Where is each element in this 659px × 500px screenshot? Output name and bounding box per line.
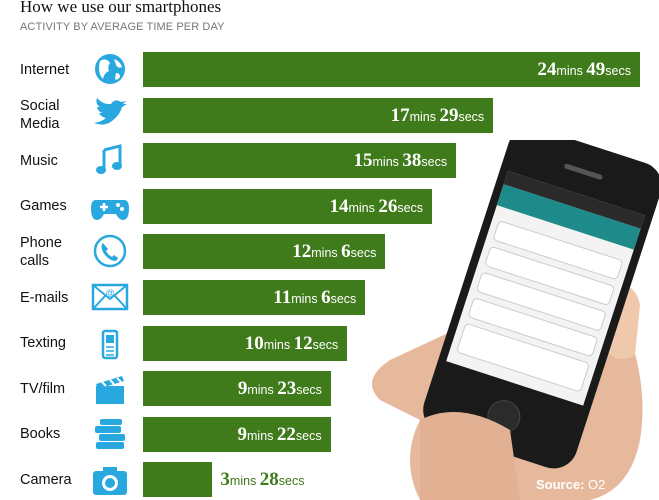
category-label: Games: [20, 197, 67, 215]
category-label-line: Internet: [20, 61, 70, 78]
category-label: Camera: [20, 471, 72, 489]
minutes-value: 12: [292, 241, 312, 263]
music-note-icon: [90, 142, 130, 178]
minutes-unit: mins: [229, 474, 260, 489]
chart-subtitle: ACTIVITY BY AVERAGE TIME PER DAY: [20, 21, 225, 33]
seconds-value: 12: [293, 332, 313, 354]
minutes-unit: mins: [409, 109, 440, 124]
globe-icon: [90, 51, 130, 87]
category-label-line: TV/film: [20, 380, 66, 397]
seconds-value: 49: [586, 59, 606, 80]
category-label-line: Books: [20, 426, 61, 443]
category-label: Phone calls: [20, 234, 62, 270]
category-label-line: calls: [20, 252, 50, 269]
category-label-line: Media: [20, 116, 60, 133]
seconds-unit: secs: [605, 64, 631, 78]
minutes-value: 3: [220, 469, 230, 491]
minutes-unit: mins: [291, 292, 322, 306]
seconds-unit: secs: [330, 292, 357, 306]
seconds-unit: secs: [312, 337, 339, 352]
minutes-value: 17: [390, 104, 410, 126]
category-label: E-mails: [20, 289, 68, 307]
minutes-value: 10: [244, 332, 264, 354]
gamepad-icon: [90, 188, 130, 224]
category-label: Books: [20, 425, 60, 443]
chart-title: How we use our smartphones: [20, 0, 222, 16]
data-label: 9mins 22secs: [238, 417, 322, 452]
category-label: TV/film: [20, 380, 65, 398]
mobile-phone-icon: [90, 325, 130, 361]
minutes-value: 14: [329, 195, 349, 217]
category-label-line: Phone: [20, 234, 62, 251]
envelope-icon: @: [90, 279, 130, 315]
seconds-unit: secs: [295, 428, 322, 443]
minutes-unit: mins: [556, 64, 587, 78]
category-label: Music: [20, 152, 58, 170]
category-label-line: Social: [20, 98, 60, 115]
data-label: 24mins 49secs: [537, 52, 631, 87]
seconds-value: 6: [321, 287, 331, 308]
seconds-value: 23: [277, 378, 297, 400]
infographic: How we use our smartphones ACTIVITY BY A…: [0, 0, 659, 500]
category-label-line: Games: [20, 198, 67, 215]
minutes-value: 9: [237, 378, 248, 400]
bar: [143, 462, 213, 498]
data-label: 3mins 28secs: [220, 462, 304, 497]
category-label-line: Camera: [20, 471, 72, 488]
source-note: Source: O2: [536, 477, 605, 492]
seconds-value: 6: [341, 241, 351, 263]
category-label-line: Texting: [20, 335, 66, 352]
minutes-unit: mins: [263, 337, 294, 352]
seconds-value: 29: [439, 104, 459, 126]
source-value: O2: [588, 477, 606, 492]
seconds-value: 22: [276, 423, 296, 445]
minutes-value: 9: [237, 423, 248, 445]
seconds-value: 28: [259, 469, 279, 491]
data-label: 9mins 23secs: [238, 371, 322, 406]
phone-icon: [90, 233, 130, 269]
seconds-unit: secs: [458, 109, 485, 124]
minutes-value: 24: [537, 59, 557, 80]
seconds-unit: secs: [278, 474, 305, 489]
minutes-unit: mins: [247, 383, 278, 398]
data-label: 11mins 6secs: [273, 280, 356, 315]
category-label: Texting: [20, 334, 66, 352]
minutes-unit: mins: [247, 428, 277, 443]
category-label: Social Media: [20, 97, 60, 133]
source-label: Source:: [536, 477, 585, 492]
data-label: 10mins 12secs: [245, 326, 339, 361]
minutes-value: 11: [273, 287, 292, 308]
category-label: Internet: [20, 61, 69, 79]
category-label-line: E-mails: [20, 289, 69, 306]
data-label: 17mins 29secs: [391, 98, 485, 133]
category-label-line: Music: [20, 152, 58, 169]
svg-text:@: @: [105, 288, 114, 298]
seconds-unit: secs: [296, 383, 322, 398]
hand-holding-smartphone-image: [372, 140, 659, 500]
twitter-bird-icon: [90, 97, 130, 133]
minutes-unit: mins: [311, 246, 342, 261]
books-icon: [90, 416, 130, 452]
clapperboard-icon: [90, 370, 130, 406]
camera-icon: [90, 461, 130, 497]
